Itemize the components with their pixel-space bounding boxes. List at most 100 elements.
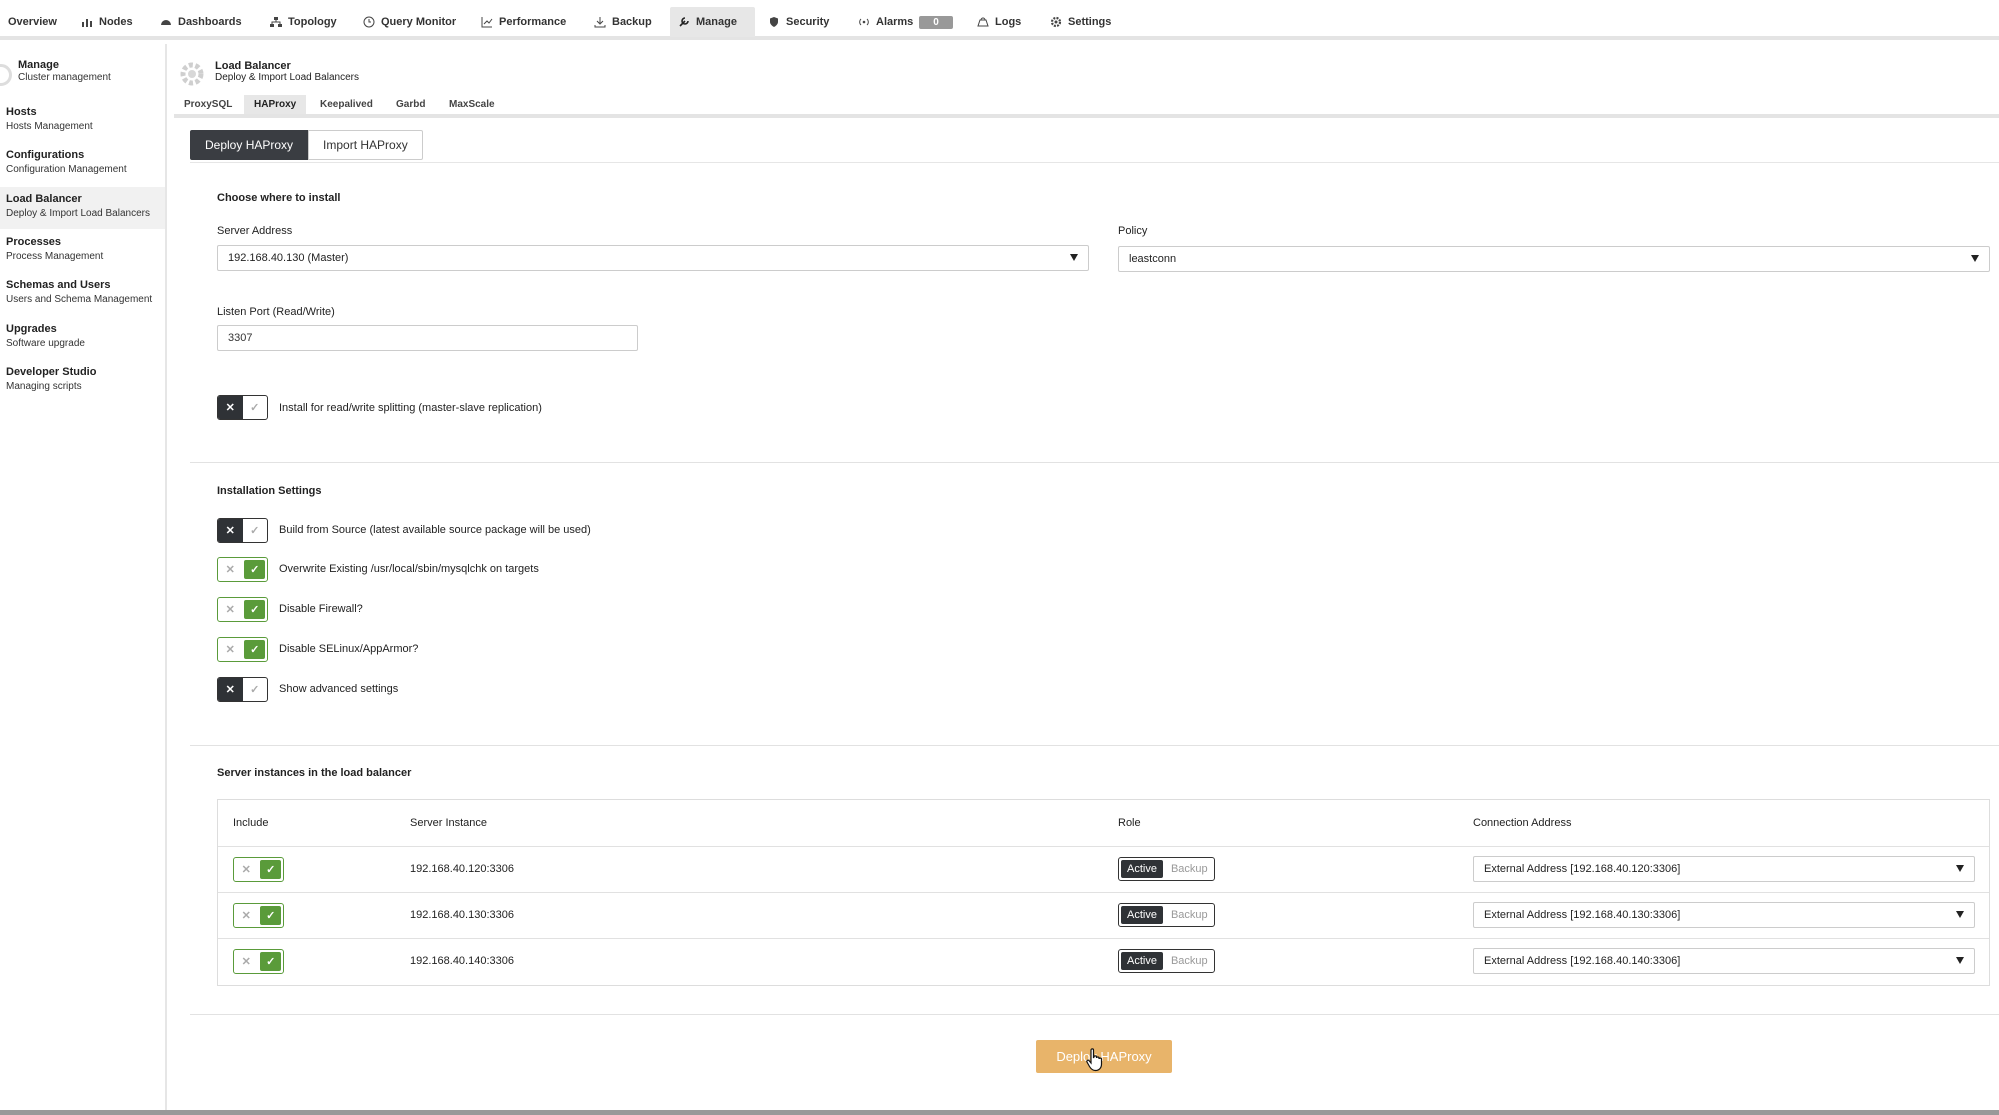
nav-manage[interactable]: Manage	[670, 7, 755, 37]
server-address-value: 192.168.40.130 (Master)	[228, 252, 349, 264]
tab-maxscale[interactable]: MaxScale	[439, 95, 505, 114]
sidebar-subtitle: Cluster management	[18, 72, 111, 83]
topology-icon	[270, 16, 282, 28]
sidebar-item-title: Schemas and Users	[6, 279, 111, 291]
shield-icon	[768, 16, 780, 28]
nav-nodes[interactable]: Nodes	[73, 7, 141, 37]
nav-settings[interactable]: Settings	[1042, 7, 1119, 37]
policy-select[interactable]: leastconn	[1118, 246, 1990, 272]
server-address-select[interactable]: 192.168.40.130 (Master)	[217, 245, 1089, 271]
section-divider	[190, 745, 1999, 746]
sidebar-item-configurations[interactable]: Configurations Configuration Management	[0, 143, 165, 183]
sidebar-item-title: Developer Studio	[6, 366, 97, 378]
sidebar-item-upgrades[interactable]: Upgrades Software upgrade	[0, 317, 165, 357]
nav-performance-label: Performance	[499, 16, 567, 28]
table-row: ✕ ✓ 192.168.40.130:3306 Active Backup Ext…	[218, 892, 1989, 938]
section-divider	[190, 462, 1999, 463]
listen-port-label: Listen Port (Read/Write)	[217, 306, 335, 318]
x-icon: ✕	[218, 678, 243, 701]
connection-address-select[interactable]: External Address [192.168.40.120:3306]	[1473, 856, 1975, 882]
dashboard-icon	[160, 16, 172, 28]
check-icon: ✓	[260, 906, 281, 925]
sidebar-item-schemas-users[interactable]: Schemas and Users Users and Schema Manag…	[0, 273, 165, 313]
nav-alarms[interactable]: Alarms 0	[850, 7, 961, 37]
connection-address-select[interactable]: External Address [192.168.40.130:3306]	[1473, 902, 1975, 928]
nav-settings-label: Settings	[1068, 16, 1112, 28]
deploy-import-switch: Deploy HAProxy Import HAProxy	[190, 130, 423, 160]
rw-split-toggle[interactable]: ✕ ✓	[217, 395, 268, 420]
server-instance: 192.168.40.120:3306	[410, 863, 514, 875]
role-active[interactable]: Active	[1121, 860, 1163, 878]
alarms-count-badge: 0	[919, 15, 953, 29]
role-toggle[interactable]: Active Backup	[1118, 903, 1215, 927]
tab-haproxy[interactable]: HAProxy	[244, 95, 307, 114]
tab-keepalived[interactable]: Keepalived	[310, 95, 383, 114]
load-balancer-gear-icon	[178, 60, 206, 88]
table-row: ✕ ✓ 192.168.40.140:3306 Active Backup Ext…	[218, 938, 1989, 984]
x-icon: ✕	[241, 910, 251, 922]
tab-garbd[interactable]: Garbd	[386, 95, 435, 114]
x-icon: ✕	[225, 644, 235, 656]
clock-icon	[363, 16, 375, 28]
nav-overview-label: Overview	[8, 16, 57, 28]
deploy-haproxy-tab[interactable]: Deploy HAProxy	[190, 130, 309, 160]
disable-firewall-toggle[interactable]: ✕ ✓	[217, 597, 268, 622]
sidebar-item-developer-studio[interactable]: Developer Studio Managing scripts	[0, 360, 165, 400]
wrench-icon	[678, 16, 690, 28]
nav-dashboards[interactable]: Dashboards	[152, 7, 250, 37]
sidebar-item-title: Upgrades	[6, 323, 57, 335]
sidebar-item-load-balancer[interactable]: Load Balancer Deploy & Import Load Balan…	[0, 187, 165, 229]
include-toggle[interactable]: ✕ ✓	[233, 949, 284, 974]
nav-security[interactable]: Security	[760, 7, 837, 37]
role-toggle[interactable]: Active Backup	[1118, 949, 1215, 973]
content-divider	[190, 162, 1999, 163]
section-divider	[190, 1014, 1999, 1015]
tab-proxysql[interactable]: ProxySQL	[174, 95, 242, 114]
show-advanced-label: Show advanced settings	[279, 683, 399, 695]
import-haproxy-tab[interactable]: Import HAProxy	[308, 130, 423, 160]
chevron-down-icon	[1956, 911, 1964, 918]
sidebar-item-sub: Process Management	[6, 251, 104, 262]
nav-performance[interactable]: Performance	[473, 7, 574, 37]
sidebar-item-processes[interactable]: Processes Process Management	[0, 230, 165, 270]
role-toggle[interactable]: Active Backup	[1118, 857, 1215, 881]
chart-icon	[481, 16, 493, 28]
role-active[interactable]: Active	[1121, 906, 1163, 924]
nav-topology[interactable]: Topology	[262, 7, 345, 37]
x-icon: ✕	[218, 519, 243, 542]
nav-query-monitor[interactable]: Query Monitor	[355, 7, 464, 37]
overwrite-mysqlchk-toggle[interactable]: ✕ ✓	[217, 557, 268, 582]
sidebar-item-hosts[interactable]: Hosts Hosts Management	[0, 100, 165, 140]
disable-selinux-toggle[interactable]: ✕ ✓	[217, 637, 268, 662]
listen-port-input[interactable]: 3307	[217, 325, 638, 351]
nav-topology-label: Topology	[288, 16, 337, 28]
signal-icon	[858, 16, 870, 28]
include-toggle[interactable]: ✕ ✓	[233, 903, 284, 928]
nav-alarms-label: Alarms	[876, 16, 914, 28]
check-icon: ✓	[250, 525, 260, 537]
show-advanced-toggle[interactable]: ✕ ✓	[217, 677, 268, 702]
role-backup[interactable]: Backup	[1165, 858, 1214, 880]
load-balancer-tabs: ProxySQL HAProxy Keepalived Garbd MaxSca…	[174, 95, 1999, 118]
nav-backup[interactable]: Backup	[586, 7, 660, 37]
role-backup[interactable]: Backup	[1165, 904, 1214, 926]
connection-address-select[interactable]: External Address [192.168.40.140:3306]	[1473, 948, 1975, 974]
connection-address-value: External Address [192.168.40.120:3306]	[1484, 863, 1681, 875]
connection-address-value: External Address [192.168.40.130:3306]	[1484, 909, 1681, 921]
policy-value: leastconn	[1129, 253, 1177, 265]
header-include: Include	[233, 817, 269, 829]
role-active[interactable]: Active	[1121, 952, 1163, 970]
server-instance: 192.168.40.140:3306	[410, 955, 514, 967]
build-from-source-toggle[interactable]: ✕ ✓	[217, 518, 268, 543]
nodes-icon	[81, 16, 93, 28]
nav-overview[interactable]: Overview	[0, 7, 65, 37]
nav-dashboards-label: Dashboards	[178, 16, 242, 28]
page-title: Load Balancer	[215, 60, 291, 72]
sidebar-item-sub: Deploy & Import Load Balancers	[6, 208, 150, 219]
instances-table: Include Server Instance Role Connection …	[217, 799, 1990, 986]
role-backup[interactable]: Backup	[1165, 950, 1214, 972]
include-toggle[interactable]: ✕ ✓	[233, 857, 284, 882]
check-icon: ✓	[250, 402, 260, 414]
nav-logs[interactable]: Logs	[969, 7, 1029, 37]
sidebar-header: Manage Cluster management	[0, 56, 167, 96]
